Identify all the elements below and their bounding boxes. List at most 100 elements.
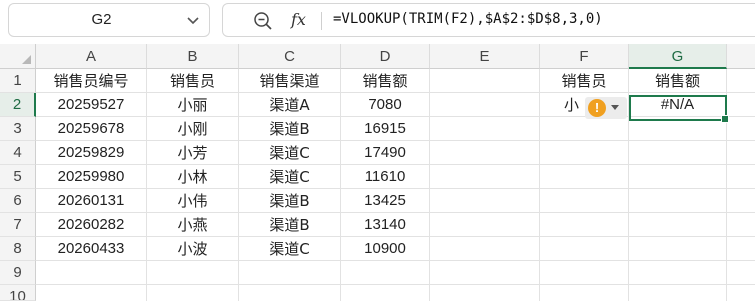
row-header-4[interactable]: 4: [0, 141, 36, 165]
column-header-a[interactable]: A: [36, 44, 147, 69]
column-header-e[interactable]: E: [430, 44, 540, 69]
column-header-b[interactable]: B: [147, 44, 239, 69]
cell-g1[interactable]: 销售额: [629, 69, 727, 93]
cell-f5[interactable]: [540, 165, 629, 189]
cell-h8[interactable]: [727, 237, 755, 261]
cell-h5[interactable]: [727, 165, 755, 189]
cell-c9[interactable]: [239, 261, 341, 285]
cell-d6[interactable]: 13425: [341, 189, 430, 213]
cell-e10[interactable]: [430, 285, 540, 301]
cell-h6[interactable]: [727, 189, 755, 213]
cell-a7[interactable]: 20260282: [36, 213, 147, 237]
cell-h3[interactable]: [727, 117, 755, 141]
cell-e3[interactable]: [430, 117, 540, 141]
cell-g4[interactable]: [629, 141, 727, 165]
cell-e1[interactable]: [430, 69, 540, 93]
row-header-8[interactable]: 8: [0, 237, 36, 261]
cell-d5[interactable]: 11610: [341, 165, 430, 189]
cell-d9[interactable]: [341, 261, 430, 285]
cell-b2[interactable]: 小丽: [147, 93, 239, 117]
cell-h9[interactable]: [727, 261, 755, 285]
cell-d1[interactable]: 销售额: [341, 69, 430, 93]
cell-c8[interactable]: 渠道C: [239, 237, 341, 261]
spreadsheet-grid[interactable]: A B C D E F G 1 2 3 4 5 6 7 8 9 10 销售员编号…: [0, 44, 755, 301]
cell-g10[interactable]: [629, 285, 727, 301]
row-header-10[interactable]: 10: [0, 285, 36, 301]
row-header-5[interactable]: 5: [0, 165, 36, 189]
cell-f6[interactable]: [540, 189, 629, 213]
cell-e9[interactable]: [430, 261, 540, 285]
cell-h7[interactable]: [727, 213, 755, 237]
cell-b8[interactable]: 小波: [147, 237, 239, 261]
cell-a10[interactable]: [36, 285, 147, 301]
cell-b3[interactable]: 小刚: [147, 117, 239, 141]
cell-b6[interactable]: 小伟: [147, 189, 239, 213]
cell-h10[interactable]: [727, 285, 755, 301]
cell-c1[interactable]: 销售渠道: [239, 69, 341, 93]
cell-f7[interactable]: [540, 213, 629, 237]
row-header-9[interactable]: 9: [0, 261, 36, 285]
row-header-3[interactable]: 3: [0, 117, 36, 141]
cell-h2[interactable]: [727, 93, 755, 117]
error-indicator-button[interactable]: !: [585, 97, 627, 119]
cell-a3[interactable]: 20259678: [36, 117, 147, 141]
cell-e7[interactable]: [430, 213, 540, 237]
cell-g3[interactable]: [629, 117, 727, 141]
cell-a6[interactable]: 20260131: [36, 189, 147, 213]
cell-g5[interactable]: [629, 165, 727, 189]
cell-c10[interactable]: [239, 285, 341, 301]
name-box[interactable]: G2: [8, 3, 210, 37]
cell-d7[interactable]: 13140: [341, 213, 430, 237]
cell-e4[interactable]: [430, 141, 540, 165]
cell-h1[interactable]: [727, 69, 755, 93]
cell-b10[interactable]: [147, 285, 239, 301]
cell-b5[interactable]: 小林: [147, 165, 239, 189]
cell-c7[interactable]: 渠道B: [239, 213, 341, 237]
cell-c3[interactable]: 渠道B: [239, 117, 341, 141]
cell-g2[interactable]: #N/A: [629, 93, 727, 117]
cell-c5[interactable]: 渠道C: [239, 165, 341, 189]
cell-g9[interactable]: [629, 261, 727, 285]
fx-button[interactable]: fx: [291, 10, 306, 29]
cell-a4[interactable]: 20259829: [36, 141, 147, 165]
row-header-1[interactable]: 1: [0, 69, 36, 93]
chevron-down-icon[interactable]: [187, 14, 199, 26]
cell-h4[interactable]: [727, 141, 755, 165]
cell-d3[interactable]: 16915: [341, 117, 430, 141]
select-all-corner[interactable]: [0, 44, 36, 69]
cell-e8[interactable]: [430, 237, 540, 261]
cell-c4[interactable]: 渠道C: [239, 141, 341, 165]
cell-f1[interactable]: 销售员: [540, 69, 629, 93]
cell-d8[interactable]: 10900: [341, 237, 430, 261]
row-header-2[interactable]: 2: [0, 93, 36, 117]
cell-f8[interactable]: [540, 237, 629, 261]
cell-f10[interactable]: [540, 285, 629, 301]
cell-g7[interactable]: [629, 213, 727, 237]
cell-d2[interactable]: 7080: [341, 93, 430, 117]
cell-b1[interactable]: 销售员: [147, 69, 239, 93]
cell-a9[interactable]: [36, 261, 147, 285]
cell-f4[interactable]: [540, 141, 629, 165]
cell-d10[interactable]: [341, 285, 430, 301]
cell-e6[interactable]: [430, 189, 540, 213]
cell-g6[interactable]: [629, 189, 727, 213]
column-header-d[interactable]: D: [341, 44, 430, 69]
cell-c2[interactable]: 渠道A: [239, 93, 341, 117]
cell-a8[interactable]: 20260433: [36, 237, 147, 261]
cell-f9[interactable]: [540, 261, 629, 285]
cell-b7[interactable]: 小燕: [147, 213, 239, 237]
cell-d4[interactable]: 17490: [341, 141, 430, 165]
column-header-f[interactable]: F: [540, 44, 629, 69]
cell-e5[interactable]: [430, 165, 540, 189]
column-header-c[interactable]: C: [239, 44, 341, 69]
cell-b4[interactable]: 小芳: [147, 141, 239, 165]
cell-g8[interactable]: [629, 237, 727, 261]
column-header-g[interactable]: G: [629, 44, 727, 69]
row-header-7[interactable]: 7: [0, 213, 36, 237]
cell-e2[interactable]: [430, 93, 540, 117]
cell-c6[interactable]: 渠道B: [239, 189, 341, 213]
cell-f3[interactable]: [540, 117, 629, 141]
cell-a2[interactable]: 20259527: [36, 93, 147, 117]
zoom-formula-icon[interactable]: [253, 11, 273, 31]
formula-input[interactable]: =VLOOKUP(TRIM(F2),$A$2:$D$8,3,0): [333, 11, 603, 27]
